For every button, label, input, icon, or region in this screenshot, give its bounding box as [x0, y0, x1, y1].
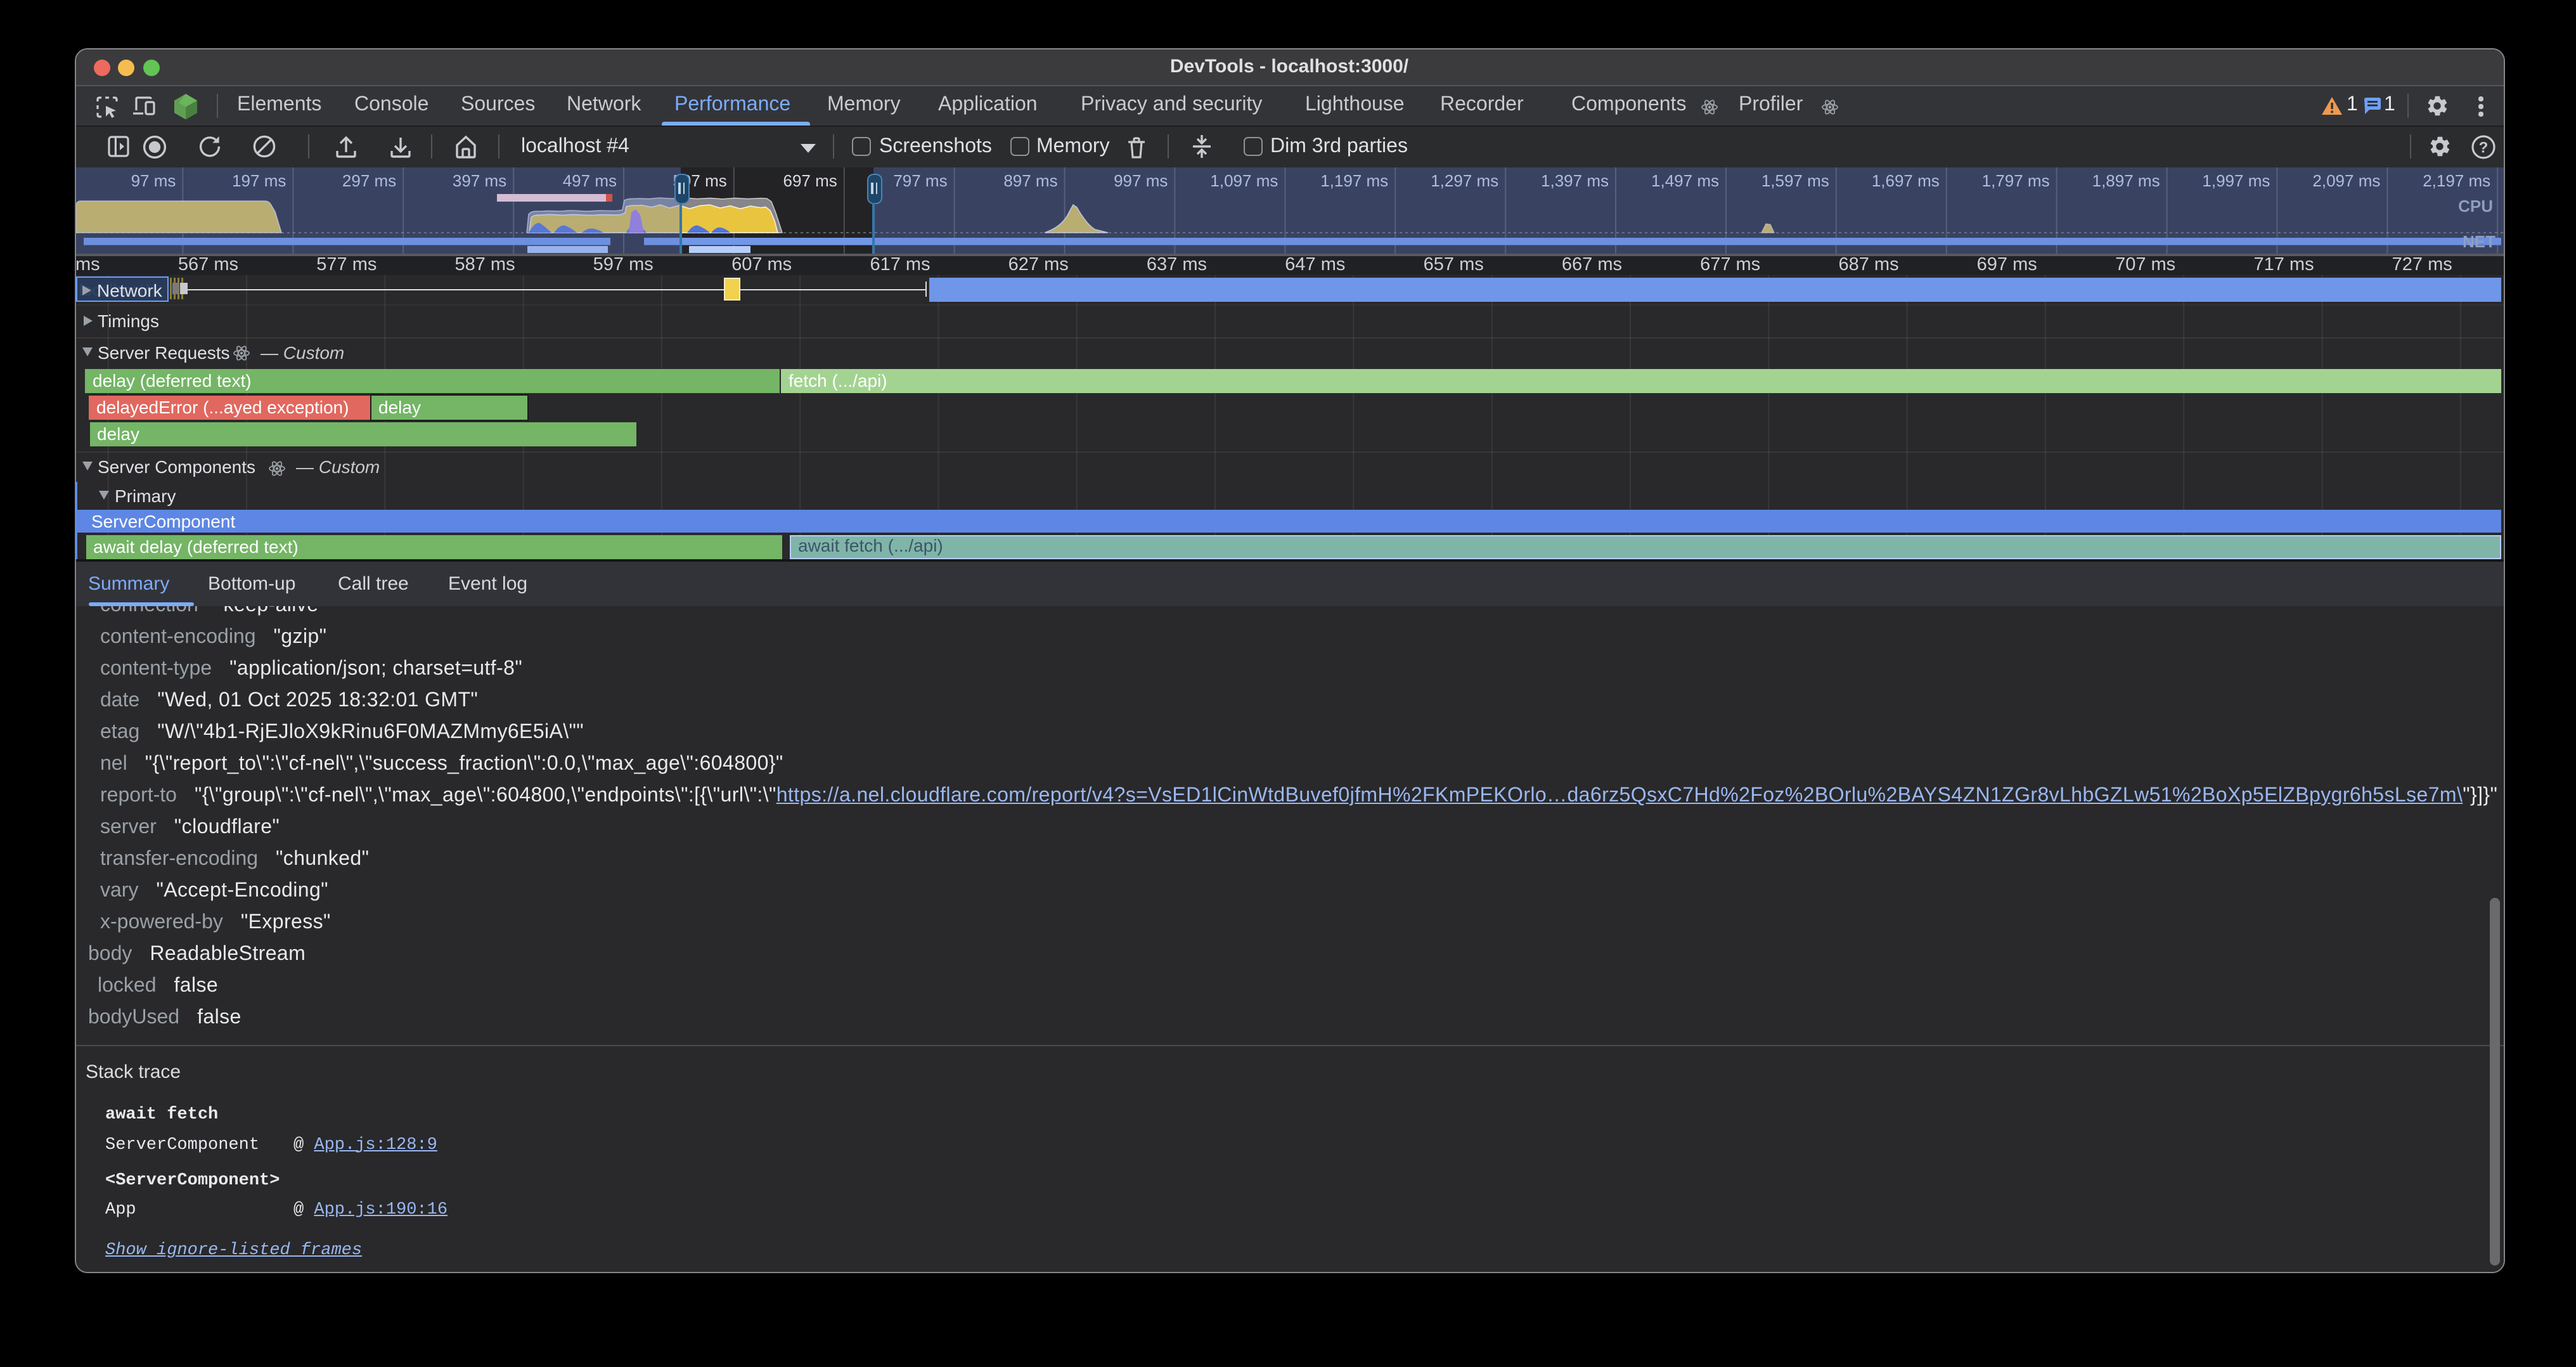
svg-text:?: ?	[2478, 138, 2488, 155]
